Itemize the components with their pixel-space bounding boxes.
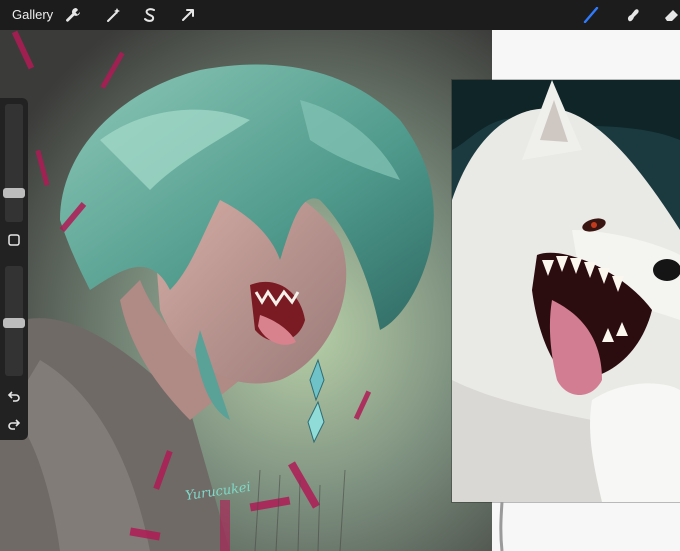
procreate-app: Yurucukei Gallery <box>0 0 680 551</box>
opacity-thumb[interactable] <box>3 318 25 328</box>
brush-size-thumb[interactable] <box>3 188 25 198</box>
eraser-icon[interactable] <box>660 4 680 26</box>
brush-size-slider[interactable] <box>3 104 25 222</box>
wrench-icon[interactable] <box>62 4 84 26</box>
smudge-icon[interactable] <box>622 4 644 26</box>
arrow-cursor-icon[interactable] <box>177 4 199 26</box>
canvas-stroke-mark <box>499 502 504 551</box>
reference-photo[interactable] <box>452 80 680 502</box>
square-icon[interactable] <box>4 230 24 250</box>
undo-icon[interactable] <box>4 386 24 406</box>
top-toolbar: Gallery <box>0 0 680 30</box>
brush-icon[interactable] <box>580 4 602 26</box>
redo-icon[interactable] <box>4 414 24 434</box>
gallery-button[interactable]: Gallery <box>12 6 53 24</box>
left-sidebar <box>0 98 28 440</box>
selection-s-icon[interactable] <box>139 4 161 26</box>
opacity-slider[interactable] <box>3 266 25 376</box>
illustration-artwork[interactable]: Yurucukei <box>0 30 492 551</box>
magic-wand-icon[interactable] <box>102 4 124 26</box>
